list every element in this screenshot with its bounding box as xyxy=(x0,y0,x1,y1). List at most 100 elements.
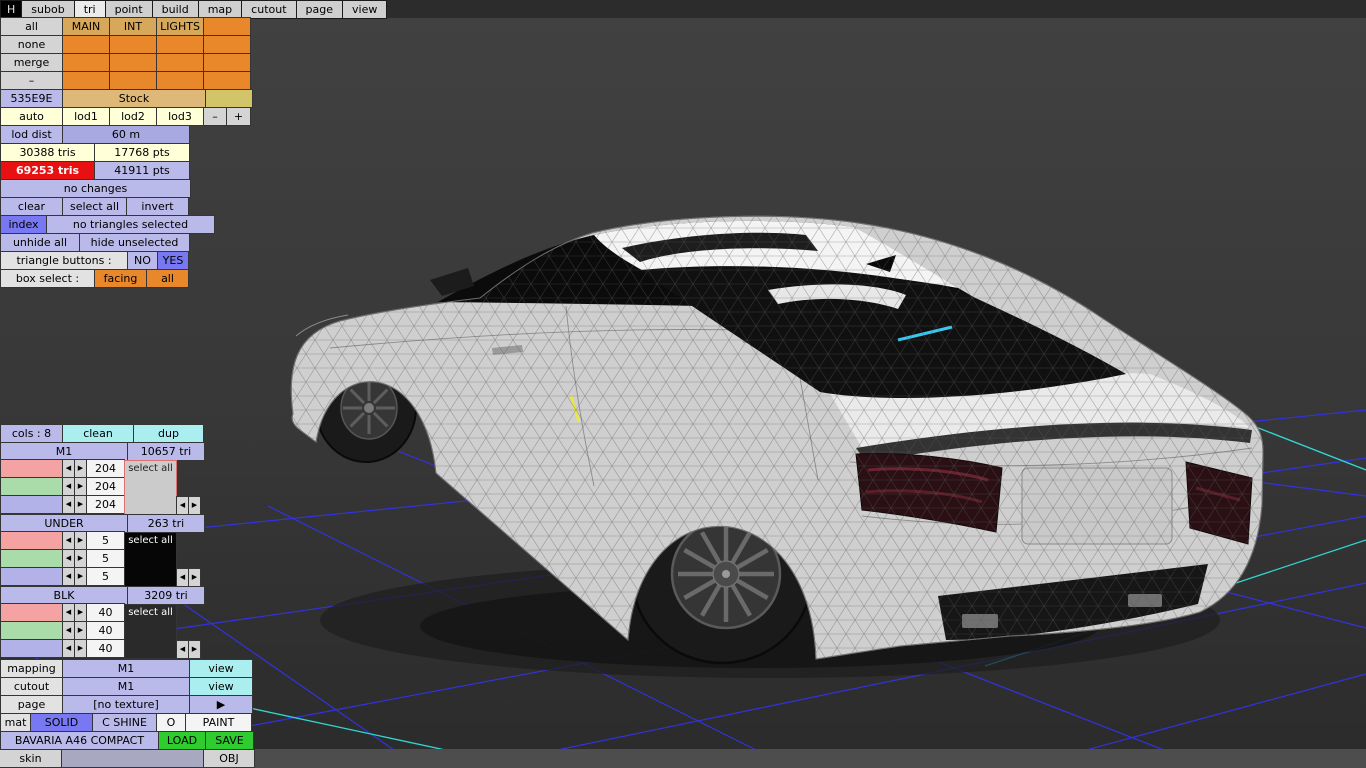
mapping-view-button[interactable]: view xyxy=(189,659,253,678)
layer-cell[interactable] xyxy=(156,35,204,54)
mat-solid-button[interactable]: SOLID xyxy=(30,713,93,732)
triangle-buttons-label: triangle buttons : xyxy=(0,251,128,270)
select-all-objects-button[interactable]: all xyxy=(0,17,63,36)
blue-channel-swatch[interactable] xyxy=(0,495,63,514)
page-next-button[interactable]: ▶ xyxy=(189,695,253,714)
skin-slot[interactable] xyxy=(61,749,204,768)
red-channel-swatch[interactable] xyxy=(0,531,63,550)
mat-label: mat xyxy=(0,713,31,732)
cutout-value[interactable]: M1 xyxy=(62,677,190,696)
obj-button[interactable]: OBJ xyxy=(203,749,255,768)
layer-cell[interactable] xyxy=(203,17,251,36)
layer-header-int[interactable]: INT xyxy=(109,17,157,36)
lod-pts-count: 17768 pts xyxy=(94,143,190,162)
lod-tris-count: 30388 tris xyxy=(0,143,95,162)
hide-unselected-button[interactable]: hide unselected xyxy=(79,233,190,252)
index-button[interactable]: index xyxy=(0,215,47,234)
clean-button[interactable]: clean xyxy=(62,424,134,443)
blue-value[interactable]: 40 xyxy=(86,639,125,658)
select-all-tris-button[interactable]: select all xyxy=(62,197,127,216)
box-select-facing[interactable]: facing xyxy=(94,269,147,288)
skin-button[interactable]: skin xyxy=(0,749,62,768)
object-extra-cell[interactable] xyxy=(205,89,253,108)
select-all-material-button[interactable]: select all xyxy=(124,460,177,515)
triangle-buttons-yes[interactable]: YES xyxy=(157,251,189,270)
cols-count[interactable]: cols : 8 xyxy=(0,424,63,443)
green-channel-swatch[interactable] xyxy=(0,549,63,568)
box-select-all[interactable]: all xyxy=(146,269,189,288)
cutout-view-button[interactable]: view xyxy=(189,677,253,696)
object-name[interactable]: Stock xyxy=(62,89,206,108)
material-next-button[interactable]: ▶ xyxy=(188,568,201,587)
green-channel-swatch[interactable] xyxy=(0,477,63,496)
menu-view[interactable]: view xyxy=(342,0,388,19)
mat-paint-button[interactable]: PAINT xyxy=(185,713,252,732)
green-value[interactable]: 204 xyxy=(86,477,125,496)
lod2-button[interactable]: lod2 xyxy=(109,107,157,126)
red-value[interactable]: 40 xyxy=(86,603,125,622)
material-group-m1: M1 10657 tri ◀ ▶ 204 ◀ ▶ 204 ◀ ▶ 204 sel… xyxy=(0,442,205,515)
model-name[interactable]: BAVARIA A46 COMPACT xyxy=(0,731,159,750)
red-channel-swatch[interactable] xyxy=(0,459,63,478)
lod-minus-button[interactable]: – xyxy=(203,107,227,126)
layer-header-main[interactable]: MAIN xyxy=(62,17,110,36)
save-button[interactable]: SAVE xyxy=(205,731,254,750)
materials-panel: cols : 8 clean dup M1 10657 tri ◀ ▶ 204 xyxy=(0,424,205,659)
total-pts-count: 41911 pts xyxy=(94,161,190,180)
layer-cell[interactable] xyxy=(109,35,157,54)
mat-o-button[interactable]: O xyxy=(156,713,186,732)
green-channel-swatch[interactable] xyxy=(0,621,63,640)
layer-header-lights[interactable]: LIGHTS xyxy=(156,17,204,36)
layer-cell[interactable] xyxy=(156,53,204,72)
minus-button[interactable]: – xyxy=(0,71,63,90)
page-label: page xyxy=(0,695,63,714)
lod-plus-button[interactable]: + xyxy=(226,107,251,126)
lod-auto-button[interactable]: auto xyxy=(0,107,63,126)
material-group-under: UNDER 263 tri ◀ ▶ 5 ◀ ▶ 5 ◀ ▶ 5 select a… xyxy=(0,514,205,587)
lod-dist-value[interactable]: 60 m xyxy=(62,125,190,144)
blue-value[interactable]: 5 xyxy=(86,567,125,586)
page-value[interactable]: [no texture] xyxy=(62,695,190,714)
dup-button[interactable]: dup xyxy=(133,424,204,443)
green-value[interactable]: 40 xyxy=(86,621,125,640)
red-value[interactable]: 204 xyxy=(86,459,125,478)
red-value[interactable]: 5 xyxy=(86,531,125,550)
layer-cell[interactable] xyxy=(203,35,251,54)
mat-cshine-button[interactable]: C SHINE xyxy=(92,713,157,732)
surface-panel: mapping M1 view cutout M1 view page [no … xyxy=(0,659,254,750)
total-tris-count: 69253 tris xyxy=(0,161,95,180)
clear-selection-button[interactable]: clear xyxy=(0,197,63,216)
unhide-all-button[interactable]: unhide all xyxy=(0,233,80,252)
green-value[interactable]: 5 xyxy=(86,549,125,568)
triangle-buttons-no[interactable]: NO xyxy=(127,251,158,270)
layer-cell[interactable] xyxy=(62,35,110,54)
material-next-button[interactable]: ▶ xyxy=(188,496,201,515)
select-none-button[interactable]: none xyxy=(0,35,63,54)
select-all-material-button[interactable]: select all xyxy=(124,532,177,587)
lod3-button[interactable]: lod3 xyxy=(156,107,204,126)
layer-cell[interactable] xyxy=(62,53,110,72)
object-id[interactable]: 535E9E xyxy=(0,89,63,108)
layer-cell[interactable] xyxy=(62,71,110,90)
layer-cell[interactable] xyxy=(109,53,157,72)
menu-page[interactable]: page xyxy=(295,0,344,19)
blue-value[interactable]: 204 xyxy=(86,495,125,514)
selection-status: no triangles selected xyxy=(46,215,215,234)
mapping-value[interactable]: M1 xyxy=(62,659,190,678)
layer-cell[interactable] xyxy=(203,71,251,90)
app-window: H subob tri point build map cutout page … xyxy=(0,0,1366,768)
merge-button[interactable]: merge xyxy=(0,53,63,72)
lod1-button[interactable]: lod1 xyxy=(62,107,110,126)
material-group-blk: BLK 3209 tri ◀ ▶ 40 ◀ ▶ 40 ◀ ▶ 40 select… xyxy=(0,586,205,659)
material-next-button[interactable]: ▶ xyxy=(188,640,201,659)
layer-cell[interactable] xyxy=(156,71,204,90)
layer-cell[interactable] xyxy=(109,71,157,90)
load-button[interactable]: LOAD xyxy=(158,731,206,750)
red-channel-swatch[interactable] xyxy=(0,603,63,622)
select-all-material-button[interactable]: select all xyxy=(124,604,177,659)
blue-channel-swatch[interactable] xyxy=(0,567,63,586)
material-tri-count: 10657 tri xyxy=(127,442,205,461)
blue-channel-swatch[interactable] xyxy=(0,639,63,658)
layer-cell[interactable] xyxy=(203,53,251,72)
invert-selection-button[interactable]: invert xyxy=(126,197,189,216)
